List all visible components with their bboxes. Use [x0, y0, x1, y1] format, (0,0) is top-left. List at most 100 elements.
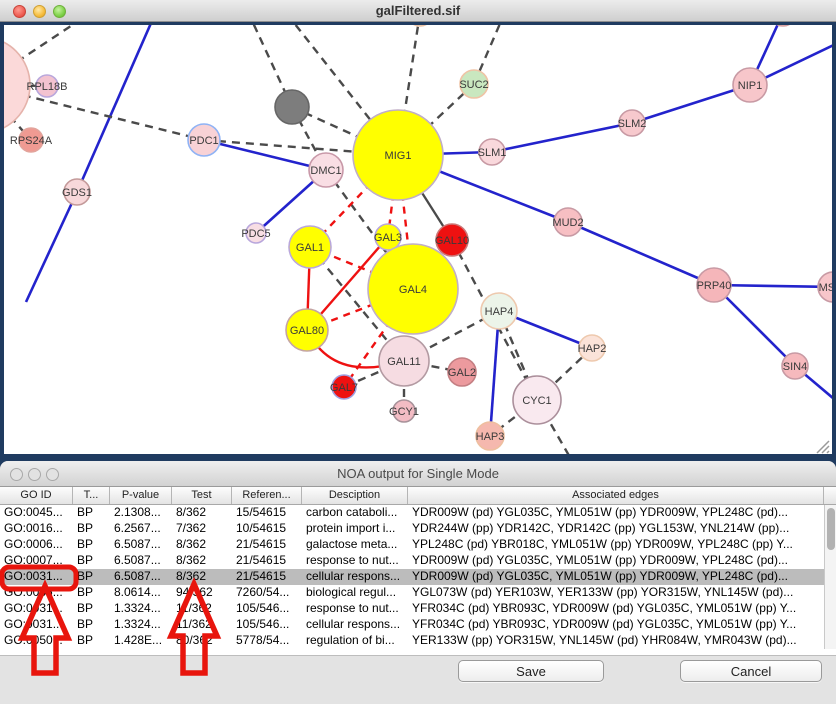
- table-cell[interactable]: YGL073W (pd) YER103W, YER133W (pp) YOR31…: [408, 585, 824, 601]
- table-cell[interactable]: 8/362: [172, 569, 232, 585]
- table-cell[interactable]: 2.1308...: [110, 505, 172, 521]
- table-cell[interactable]: BP: [73, 537, 110, 553]
- node-label-suc2: SUC2: [459, 79, 488, 91]
- table-cell[interactable]: 6.2567...: [110, 521, 172, 537]
- table-row[interactable]: GO:0065...BP8.0614...94/3627260/54...bio…: [0, 585, 824, 601]
- table-cell[interactable]: biological regul...: [302, 585, 408, 601]
- table-row[interactable]: GO:0045...BP2.1308...8/36215/54615carbon…: [0, 505, 824, 521]
- table-cell[interactable]: YER133W (pp) YOR315W, YNL145W (pd) YHR08…: [408, 633, 824, 649]
- table-row[interactable]: GO:0031...BP1.3324...11/362105/546...cel…: [0, 617, 824, 633]
- node-toppink[interactable]: [770, 25, 796, 26]
- table-cell[interactable]: carbon cataboli...: [302, 505, 408, 521]
- table-cell[interactable]: response to nut...: [302, 553, 408, 569]
- table-cell[interactable]: GO:0031...: [0, 601, 73, 617]
- table-cell[interactable]: 7260/54...: [232, 585, 302, 601]
- network-canvas[interactable]: RPL18BRPS24AGDS1PDC1DMC1MIG1SUC2SLM1SLM2…: [4, 25, 832, 454]
- edge-x-gds1[interactable]: [77, 25, 155, 192]
- table-cell[interactable]: BP: [73, 553, 110, 569]
- table-cell[interactable]: GO:0006...: [0, 537, 73, 553]
- table-cell[interactable]: regulation of bi...: [302, 633, 408, 649]
- edge-mud2-prp40[interactable]: [568, 222, 714, 285]
- table-cell[interactable]: GO:0031...: [0, 569, 73, 585]
- table-cell[interactable]: 1.3324...: [110, 617, 172, 633]
- table-cell[interactable]: YFR034C (pd) YBR093C, YDR009W (pd) YGL03…: [408, 617, 824, 633]
- table-cell[interactable]: YDR009W (pd) YGL035C, YML051W (pp) YDR00…: [408, 569, 824, 585]
- table-cell[interactable]: YDR244W (pp) YDR142C, YDR142C (pp) YGL15…: [408, 521, 824, 537]
- table-row[interactable]: GO:0016...BP6.2567...7/36210/54615protei…: [0, 521, 824, 537]
- cancel-button[interactable]: Cancel: [680, 660, 822, 682]
- node-topgreen[interactable]: [407, 25, 433, 26]
- table-cell[interactable]: GO:0065...: [0, 585, 73, 601]
- table-row[interactable]: GO:0006...BP6.5087...8/36221/54615galact…: [0, 537, 824, 553]
- table-cell[interactable]: BP: [73, 617, 110, 633]
- table-cell[interactable]: cellular respons...: [302, 569, 408, 585]
- table-cell[interactable]: BP: [73, 633, 110, 649]
- table-row[interactable]: GO:0031...BP6.5087...8/36221/54615cellul…: [0, 569, 824, 585]
- table-cell[interactable]: 105/546...: [232, 617, 302, 633]
- table-cell[interactable]: cellular respons...: [302, 617, 408, 633]
- column-header-p-value[interactable]: P-value: [110, 487, 172, 504]
- table-cell[interactable]: YPL248C (pd) YBR018C, YML051W (pp) YDR00…: [408, 537, 824, 553]
- network-graph[interactable]: RPL18BRPS24AGDS1PDC1DMC1MIG1SUC2SLM1SLM2…: [4, 25, 832, 454]
- table-cell[interactable]: 7/362: [172, 521, 232, 537]
- noa-titlebar[interactable]: NOA output for Single Mode: [0, 461, 836, 487]
- column-header-t-[interactable]: T...: [73, 487, 110, 504]
- table-row[interactable]: GO:0007...BP6.5087...8/36221/54615respon…: [0, 553, 824, 569]
- table-cell[interactable]: 8/362: [172, 537, 232, 553]
- table-row[interactable]: GO:0031...BP1.3324...11/362105/546...res…: [0, 601, 824, 617]
- node-label-gal3: GAL3: [374, 232, 402, 244]
- table-cell[interactable]: YDR009W (pd) YGL035C, YML051W (pp) YDR00…: [408, 505, 824, 521]
- graph-window-titlebar[interactable]: galFiltered.sif: [0, 0, 836, 22]
- table-body[interactable]: GO:0045...BP2.1308...8/36215/54615carbon…: [0, 505, 824, 649]
- resize-grip-icon[interactable]: [817, 441, 829, 453]
- table-cell[interactable]: 6.5087...: [110, 553, 172, 569]
- table-cell[interactable]: 10/54615: [232, 521, 302, 537]
- table-header-row[interactable]: GO IDT...P-valueTestReferen...Desciption…: [0, 487, 836, 505]
- column-header-go-id[interactable]: GO ID: [0, 487, 73, 504]
- save-button[interactable]: Save: [458, 660, 604, 682]
- table-cell[interactable]: 105/546...: [232, 601, 302, 617]
- edge-slm1-slm2[interactable]: [492, 123, 632, 152]
- table-cell[interactable]: 1.3324...: [110, 601, 172, 617]
- table-cell[interactable]: galactose meta...: [302, 537, 408, 553]
- table-cell[interactable]: 94/362: [172, 585, 232, 601]
- table-cell[interactable]: GO:0045...: [0, 505, 73, 521]
- table-cell[interactable]: protein import i...: [302, 521, 408, 537]
- table-cell[interactable]: BP: [73, 585, 110, 601]
- table-cell[interactable]: 8/362: [172, 505, 232, 521]
- table-cell[interactable]: 21/54615: [232, 537, 302, 553]
- node-darknode[interactable]: [275, 90, 309, 124]
- table-cell[interactable]: 1.428E...: [110, 633, 172, 649]
- table-cell[interactable]: BP: [73, 521, 110, 537]
- column-header-associated-edges[interactable]: Associated edges: [408, 487, 824, 504]
- column-header-test[interactable]: Test: [172, 487, 232, 504]
- table-cell[interactable]: 15/54615: [232, 505, 302, 521]
- table-cell[interactable]: YDR009W (pd) YGL035C, YML051W (pp) YDR00…: [408, 553, 824, 569]
- column-header-desciption[interactable]: Desciption: [302, 487, 408, 504]
- table-cell[interactable]: 11/362: [172, 601, 232, 617]
- table-cell[interactable]: GO:0007...: [0, 553, 73, 569]
- table-cell[interactable]: 6.5087...: [110, 569, 172, 585]
- edge-gds1-x[interactable]: [26, 192, 77, 302]
- table-cell[interactable]: YFR034C (pd) YBR093C, YDR009W (pd) YGL03…: [408, 601, 824, 617]
- table-cell[interactable]: 21/54615: [232, 569, 302, 585]
- table-cell[interactable]: 11/362: [172, 617, 232, 633]
- scrollbar-thumb[interactable]: [827, 508, 835, 550]
- table-cell[interactable]: 21/54615: [232, 553, 302, 569]
- table-cell[interactable]: BP: [73, 601, 110, 617]
- column-header-referen-[interactable]: Referen...: [232, 487, 302, 504]
- table-cell[interactable]: BP: [73, 569, 110, 585]
- table-cell[interactable]: BP: [73, 505, 110, 521]
- table-cell[interactable]: 8.0614...: [110, 585, 172, 601]
- table-row[interactable]: GO:0050...BP1.428E...80/3625778/54...reg…: [0, 633, 824, 649]
- vertical-scrollbar[interactable]: [824, 505, 836, 649]
- table-cell[interactable]: 80/362: [172, 633, 232, 649]
- table-cell[interactable]: GO:0016...: [0, 521, 73, 537]
- table-cell[interactable]: GO:0050...: [0, 633, 73, 649]
- table-cell[interactable]: GO:0031...: [0, 617, 73, 633]
- table-cell[interactable]: response to nut...: [302, 601, 408, 617]
- table-cell[interactable]: 6.5087...: [110, 537, 172, 553]
- table-cell[interactable]: 8/362: [172, 553, 232, 569]
- table-cell[interactable]: 5778/54...: [232, 633, 302, 649]
- edge-slm2-nip1[interactable]: [632, 85, 750, 123]
